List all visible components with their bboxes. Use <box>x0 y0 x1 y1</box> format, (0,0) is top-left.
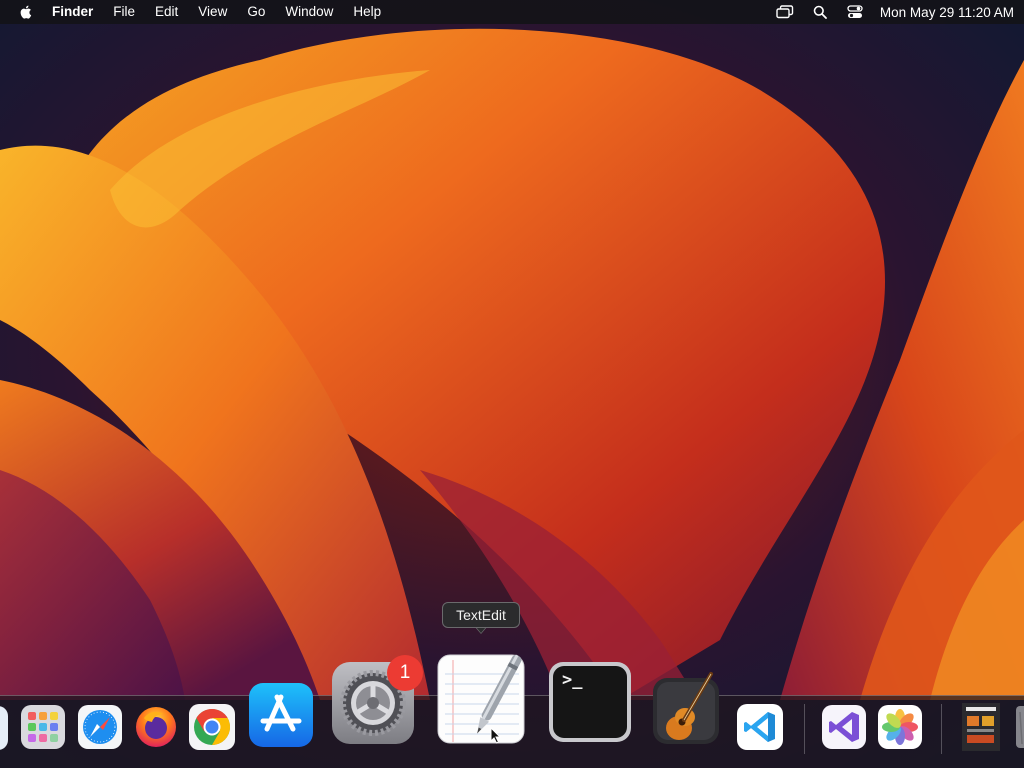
dock-photos[interactable] <box>878 705 922 749</box>
notification-badge: 1 <box>387 655 423 691</box>
dock-textedit[interactable] <box>437 654 527 746</box>
menu-view[interactable]: View <box>198 0 227 24</box>
menu-clock[interactable]: Mon May 29 11:20 AM <box>880 5 1014 20</box>
terminal-prompt: >_ <box>562 670 583 690</box>
garageband-icon <box>653 672 719 744</box>
trash-icon <box>1016 706 1024 748</box>
photos-icon <box>878 705 922 749</box>
menu-bar: Finder File Edit View Go Window Help Mon… <box>0 0 1024 24</box>
spotlight-search-icon[interactable] <box>811 4 829 20</box>
launchpad-icon <box>21 705 65 749</box>
document-thumbnail-icon <box>962 703 1000 751</box>
mouse-cursor-icon <box>490 727 502 744</box>
dock-finder[interactable] <box>0 706 8 750</box>
textedit-icon <box>437 654 525 744</box>
app-store-icon <box>249 683 313 747</box>
dock-terminal[interactable] <box>548 661 632 743</box>
dock-separator <box>804 704 805 754</box>
firefox-icon <box>136 707 176 747</box>
dock-app-store[interactable] <box>249 683 313 747</box>
menu-edit[interactable]: Edit <box>155 0 178 24</box>
dock-vscode[interactable] <box>737 704 783 750</box>
control-center-icon[interactable] <box>846 4 864 20</box>
dock-chrome[interactable] <box>189 704 235 750</box>
tooltip-label: TextEdit <box>456 607 506 623</box>
desktop: Finder File Edit View Go Window Help Mon… <box>0 0 1024 768</box>
menu-file[interactable]: File <box>113 0 135 24</box>
dock-safari[interactable] <box>78 705 122 749</box>
dock-visual-studio[interactable] <box>822 705 866 749</box>
terminal-icon <box>549 662 631 742</box>
menu-app-name[interactable]: Finder <box>52 0 93 24</box>
menu-go[interactable]: Go <box>247 0 265 24</box>
finder-icon <box>0 706 8 750</box>
dock-trash[interactable] <box>1014 704 1024 750</box>
screen-mirroring-icon[interactable] <box>776 4 794 20</box>
dock-tooltip: TextEdit <box>442 602 520 628</box>
menu-window[interactable]: Window <box>285 0 333 24</box>
vscode-icon <box>737 704 783 750</box>
visual-studio-icon <box>822 705 866 749</box>
safari-icon <box>78 705 122 749</box>
chrome-icon <box>189 704 235 750</box>
wallpaper <box>0 0 1024 768</box>
dock-document-thumbnail[interactable] <box>961 702 1001 752</box>
dock-firefox[interactable] <box>133 704 179 750</box>
dock-garageband[interactable] <box>651 670 721 748</box>
dock-separator <box>941 704 942 754</box>
apple-icon[interactable] <box>18 4 34 20</box>
menu-help[interactable]: Help <box>353 0 381 24</box>
dock-launchpad[interactable] <box>21 705 65 749</box>
